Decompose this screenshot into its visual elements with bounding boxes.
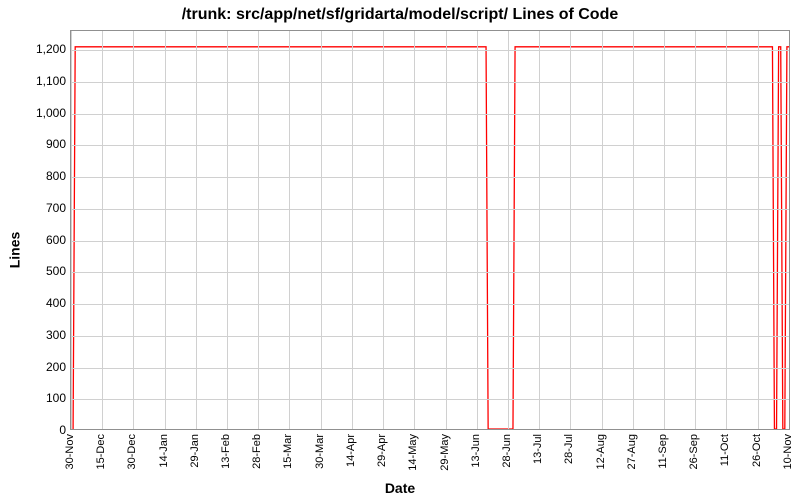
- y-tick-label: 800: [16, 169, 66, 183]
- grid-v: [102, 31, 103, 429]
- x-tick-label: 11-Sep: [657, 434, 669, 469]
- grid-v: [602, 31, 603, 429]
- x-tick-label: 29-Jan: [189, 434, 201, 468]
- grid-v: [758, 31, 759, 429]
- series-polyline: [73, 47, 789, 429]
- x-tick-label: 29-May: [439, 434, 451, 471]
- y-tick-label: 400: [16, 296, 66, 310]
- grid-h: [71, 399, 789, 400]
- x-tick-label: 11-Oct: [719, 434, 731, 466]
- grid-h: [71, 114, 789, 115]
- x-tick-label: 15-Dec: [95, 434, 107, 469]
- x-tick-label: 12-Aug: [595, 434, 607, 469]
- y-tick-label: 0: [16, 423, 66, 437]
- grid-h: [71, 368, 789, 369]
- plot-area: [70, 30, 790, 430]
- x-axis-label: Date: [0, 480, 800, 496]
- x-tick-label: 13-Jun: [470, 434, 482, 468]
- grid-h: [71, 241, 789, 242]
- y-tick-label: 1,200: [16, 42, 66, 56]
- grid-h: [71, 209, 789, 210]
- grid-h: [71, 50, 789, 51]
- grid-h: [71, 304, 789, 305]
- x-tick-label: 28-Jun: [501, 434, 513, 468]
- grid-v: [539, 31, 540, 429]
- grid-v: [383, 31, 384, 429]
- x-tick-label: 15-Mar: [282, 434, 294, 469]
- x-tick-label: 10-Nov: [782, 434, 794, 469]
- x-tick-label: 13-Feb: [220, 434, 232, 469]
- grid-h: [71, 336, 789, 337]
- grid-v: [414, 31, 415, 429]
- y-tick-label: 700: [16, 201, 66, 215]
- grid-v: [664, 31, 665, 429]
- x-tick-label: 28-Feb: [251, 434, 263, 469]
- grid-v: [508, 31, 509, 429]
- grid-h: [71, 272, 789, 273]
- y-tick-label: 600: [16, 233, 66, 247]
- x-tick-label: 30-Nov: [64, 434, 76, 469]
- grid-v: [71, 31, 72, 429]
- series-line: [71, 31, 789, 429]
- grid-v: [321, 31, 322, 429]
- grid-h: [71, 177, 789, 178]
- chart-title: /trunk: src/app/net/sf/gridarta/model/sc…: [0, 6, 800, 24]
- grid-v: [258, 31, 259, 429]
- grid-v: [196, 31, 197, 429]
- grid-v: [352, 31, 353, 429]
- grid-v: [133, 31, 134, 429]
- y-tick-label: 500: [16, 264, 66, 278]
- grid-v: [633, 31, 634, 429]
- grid-v: [227, 31, 228, 429]
- loc-chart: /trunk: src/app/net/sf/gridarta/model/sc…: [0, 0, 800, 500]
- x-tick-label: 30-Dec: [126, 434, 138, 469]
- grid-v: [165, 31, 166, 429]
- x-tick-label: 14-May: [407, 434, 419, 471]
- x-tick-label: 30-Mar: [314, 434, 326, 469]
- grid-v: [726, 31, 727, 429]
- x-tick-label: 27-Aug: [626, 434, 638, 469]
- grid-v: [695, 31, 696, 429]
- y-tick-label: 300: [16, 328, 66, 342]
- x-tick-label: 13-Jul: [532, 434, 544, 464]
- y-tick-label: 100: [16, 391, 66, 405]
- x-tick-label: 14-Apr: [345, 434, 357, 467]
- y-tick-label: 1,100: [16, 74, 66, 88]
- grid-v: [477, 31, 478, 429]
- grid-v: [446, 31, 447, 429]
- x-tick-label: 14-Jan: [158, 434, 170, 468]
- grid-v: [289, 31, 290, 429]
- x-tick-label: 29-Apr: [376, 434, 388, 467]
- grid-h: [71, 82, 789, 83]
- x-tick-label: 28-Jul: [563, 434, 575, 464]
- x-tick-label: 26-Oct: [751, 434, 763, 467]
- grid-v: [789, 31, 790, 429]
- y-tick-label: 200: [16, 360, 66, 374]
- grid-h: [71, 145, 789, 146]
- x-tick-label: 26-Sep: [688, 434, 700, 469]
- y-tick-label: 900: [16, 137, 66, 151]
- y-tick-label: 1,000: [16, 106, 66, 120]
- grid-v: [570, 31, 571, 429]
